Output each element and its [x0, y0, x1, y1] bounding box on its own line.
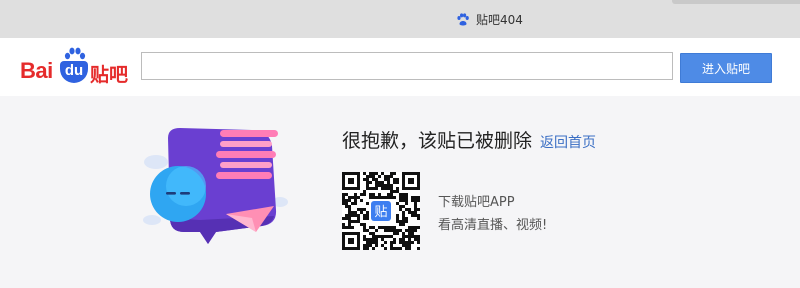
logo-bai-text: Bai: [20, 58, 53, 83]
browser-tab[interactable]: 贴吧404: [456, 11, 523, 28]
app-download-line1: 下载贴吧APP: [438, 195, 515, 210]
logo-tieba-text: 贴吧: [90, 64, 129, 86]
app-download-qr-code[interactable]: 贴: [342, 172, 420, 250]
tab-title-text: 贴吧404: [476, 13, 523, 27]
error-message-row: 很抱歉，该贴已被删除 返回首页: [342, 126, 596, 153]
search-input[interactable]: [141, 52, 673, 80]
back-home-link[interactable]: 返回首页: [540, 132, 596, 152]
enter-tieba-button[interactable]: 进入贴吧: [680, 53, 772, 83]
browser-titlebar: 贴吧404: [0, 0, 800, 38]
baidu-tieba-logo[interactable]: Bai du 贴吧: [16, 46, 136, 86]
baidu-paw-icon: [457, 12, 469, 25]
deleted-post-illustration: [143, 128, 288, 244]
app-download-text: 下载贴吧APP 看高清直播、视频!: [438, 191, 547, 237]
qr-center-label: 贴: [374, 205, 387, 220]
window-notch: [672, 0, 800, 4]
app-download-line2: 看高清直播、视频!: [438, 218, 548, 233]
logo-du-text: du: [60, 61, 88, 83]
site-header: Bai du 贴吧 进入贴吧: [0, 38, 800, 96]
post-deleted-message: 很抱歉，该贴已被删除: [342, 130, 533, 152]
